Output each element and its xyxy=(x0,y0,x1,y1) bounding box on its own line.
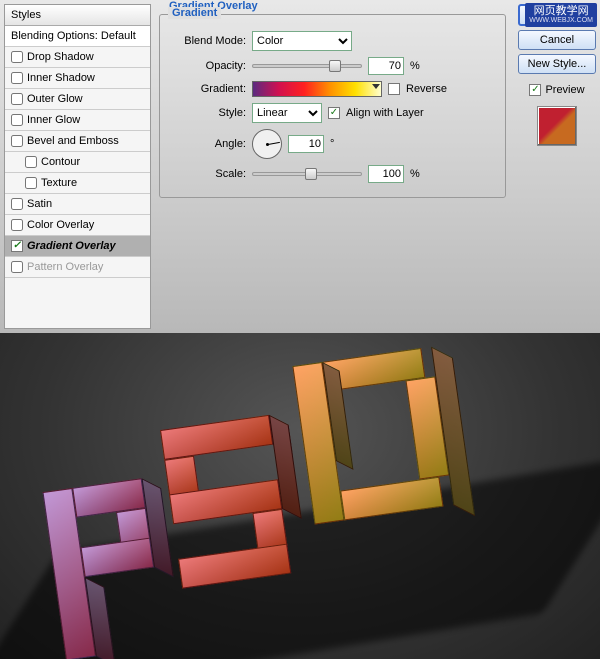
opacity-slider[interactable] xyxy=(252,64,362,68)
dialog-buttons: OK Cancel New Style... Preview xyxy=(514,0,600,333)
cancel-button[interactable]: Cancel xyxy=(518,30,596,50)
preview-checkbox[interactable] xyxy=(529,84,541,96)
style-row-inner-shadow[interactable]: Inner Shadow xyxy=(5,68,150,89)
scale-slider[interactable] xyxy=(252,172,362,176)
style-row-inner-glow[interactable]: Inner Glow xyxy=(5,110,150,131)
drop-shadow-label: Drop Shadow xyxy=(27,51,94,63)
style-row-bevel-emboss[interactable]: Bevel and Emboss xyxy=(5,131,150,152)
inner-glow-label: Inner Glow xyxy=(27,114,80,126)
contour-checkbox[interactable] xyxy=(25,156,37,168)
blending-options-label: Blending Options: Default xyxy=(11,30,136,42)
bevel-emboss-checkbox[interactable] xyxy=(11,135,23,147)
satin-checkbox[interactable] xyxy=(11,198,23,210)
styles-list-panel: Styles Blending Options: Default Drop Sh… xyxy=(4,4,151,329)
color-overlay-label: Color Overlay xyxy=(27,219,94,231)
opacity-label: Opacity: xyxy=(168,60,246,72)
align-label: Align with Layer xyxy=(346,107,424,119)
gradient-overlay-settings: Gradient Overlay Gradient Blend Mode: Co… xyxy=(151,0,514,333)
opacity-input[interactable] xyxy=(368,57,404,75)
angle-input[interactable] xyxy=(288,135,324,153)
pattern-overlay-label: Pattern Overlay xyxy=(27,261,103,273)
gradient-picker[interactable] xyxy=(252,81,382,97)
style-label: Style: xyxy=(168,107,246,119)
opacity-row: Opacity: % xyxy=(168,57,497,75)
gradient-overlay-label: Gradient Overlay xyxy=(27,240,116,252)
reverse-checkbox[interactable] xyxy=(388,83,400,95)
inner-shadow-checkbox[interactable] xyxy=(11,72,23,84)
pattern-overlay-checkbox[interactable] xyxy=(11,261,23,273)
blend-mode-select[interactable]: Color xyxy=(252,31,352,51)
texture-label: Texture xyxy=(41,177,77,189)
style-row-pattern-overlay[interactable]: Pattern Overlay xyxy=(5,257,150,278)
angle-dial[interactable] xyxy=(252,129,282,159)
gradient-strip[interactable] xyxy=(252,81,382,97)
preview-label: Preview xyxy=(545,84,584,96)
new-style-button[interactable]: New Style... xyxy=(518,54,596,74)
scale-input[interactable] xyxy=(368,165,404,183)
align-checkbox[interactable] xyxy=(328,107,340,119)
angle-unit: ° xyxy=(330,138,334,150)
scale-row: Scale: % xyxy=(168,165,497,183)
outer-glow-checkbox[interactable] xyxy=(11,93,23,105)
gradient-label: Gradient: xyxy=(168,83,246,95)
watermark-line1: 网页教学网 xyxy=(529,5,593,17)
gradient-row: Gradient: Reverse xyxy=(168,81,497,97)
angle-label: Angle: xyxy=(168,138,246,150)
bevel-emboss-label: Bevel and Emboss xyxy=(27,135,119,147)
scale-label: Scale: xyxy=(168,168,246,180)
color-overlay-checkbox[interactable] xyxy=(11,219,23,231)
scale-slider-thumb[interactable] xyxy=(305,168,317,180)
style-row-satin[interactable]: Satin xyxy=(5,194,150,215)
letter-d xyxy=(292,343,478,529)
opacity-slider-thumb[interactable] xyxy=(329,60,341,72)
contour-label: Contour xyxy=(41,156,80,168)
inner-shadow-label: Inner Shadow xyxy=(27,72,95,84)
scale-unit: % xyxy=(410,168,420,180)
preview-swatch xyxy=(537,106,577,146)
styles-header: Styles xyxy=(5,5,150,26)
result-preview xyxy=(0,333,600,659)
inner-glow-checkbox[interactable] xyxy=(11,114,23,126)
preview-row: Preview xyxy=(529,84,584,96)
drop-shadow-checkbox[interactable] xyxy=(11,51,23,63)
gradient-overlay-checkbox[interactable] xyxy=(11,240,23,252)
style-row-texture[interactable]: Texture xyxy=(5,173,150,194)
blending-options-row[interactable]: Blending Options: Default xyxy=(5,26,150,47)
blend-mode-label: Blend Mode: xyxy=(168,35,246,47)
outer-glow-label: Outer Glow xyxy=(27,93,83,105)
style-row-drop-shadow[interactable]: Drop Shadow xyxy=(5,47,150,68)
texture-checkbox[interactable] xyxy=(25,177,37,189)
style-row-outer-glow[interactable]: Outer Glow xyxy=(5,89,150,110)
chevron-down-icon[interactable] xyxy=(372,84,380,89)
style-select[interactable]: Linear xyxy=(252,103,322,123)
reverse-label: Reverse xyxy=(406,83,447,95)
style-row-color-overlay[interactable]: Color Overlay xyxy=(5,215,150,236)
angle-row: Angle: ° xyxy=(168,129,497,159)
opacity-unit: % xyxy=(410,60,420,72)
style-row-contour[interactable]: Contour xyxy=(5,152,150,173)
letter-s xyxy=(160,412,311,589)
blend-mode-row: Blend Mode: Color xyxy=(168,31,497,51)
style-row-gradient-overlay[interactable]: Gradient Overlay xyxy=(5,236,150,257)
watermark-line2: WWW.WEBJX.COM xyxy=(529,17,593,25)
gradient-group-title: Gradient xyxy=(168,7,221,19)
satin-label: Satin xyxy=(27,198,52,210)
style-row: Style: Linear Align with Layer xyxy=(168,103,497,123)
layer-style-dialog: Styles Blending Options: Default Drop Sh… xyxy=(0,0,600,333)
gradient-group: Gradient Blend Mode: Color Opacity: % Gr… xyxy=(159,14,506,198)
watermark: 网页教学网 WWW.WEBJX.COM xyxy=(525,3,597,27)
